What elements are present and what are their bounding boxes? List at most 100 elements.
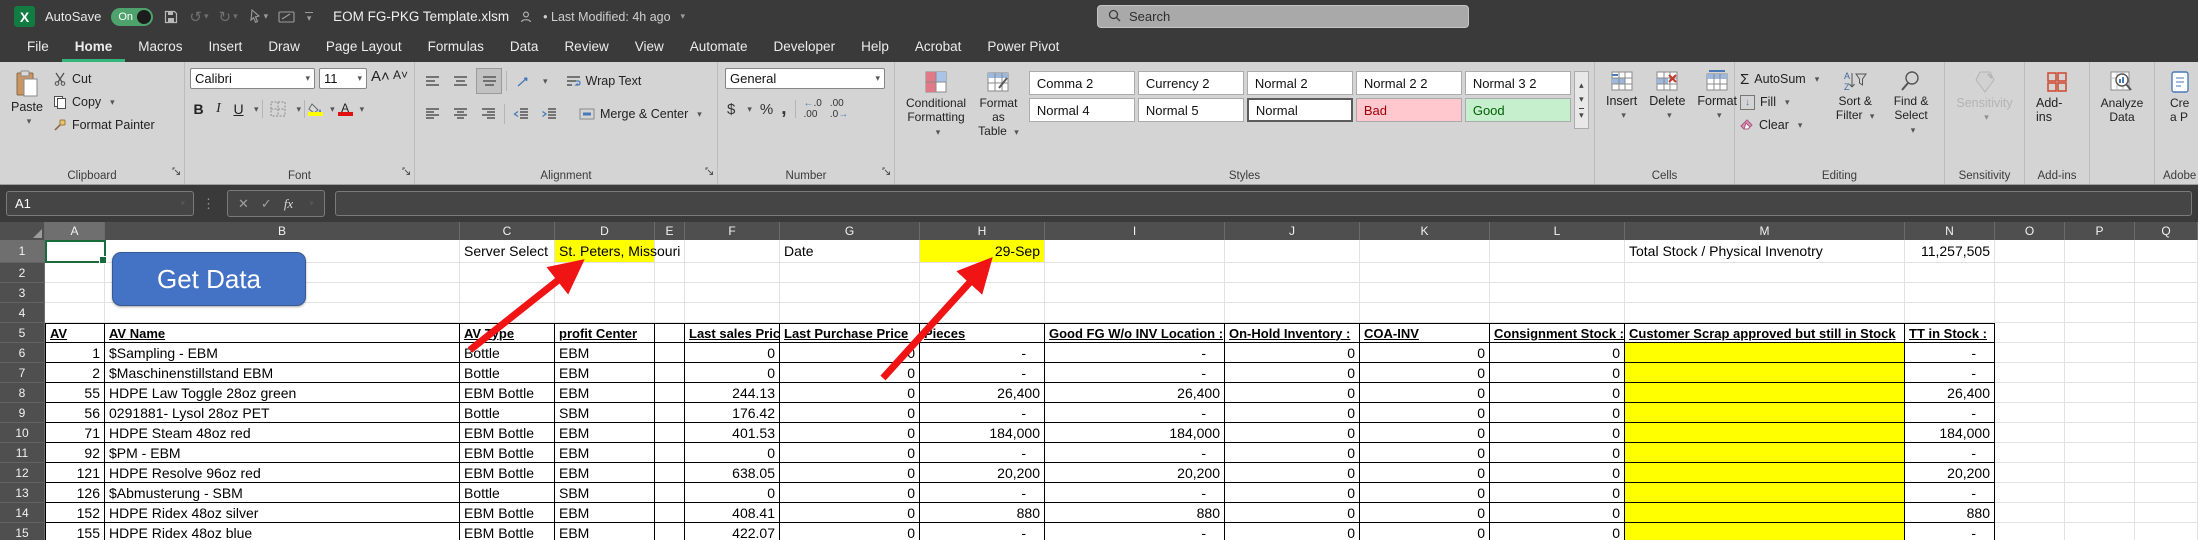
cell-N1[interactable]: 11,257,505 <box>1905 240 1995 263</box>
merge-center-button[interactable]: Merge & Center▾ <box>579 103 702 125</box>
style-chip-normal[interactable]: Normal <box>1247 98 1353 122</box>
wrap-text-button[interactable]: Wrap Text <box>566 70 642 92</box>
cell-P14[interactable] <box>2065 503 2135 523</box>
cell-M6[interactable] <box>1625 343 1905 363</box>
cell-K4[interactable] <box>1360 303 1490 323</box>
cell-M9[interactable] <box>1625 403 1905 423</box>
cell-L2[interactable] <box>1490 263 1625 283</box>
cell-I5[interactable]: Good FG W/o INV Location : <box>1045 323 1225 343</box>
style-chip-normal-2[interactable]: Normal 2 <box>1247 71 1353 95</box>
cell-J15[interactable]: 0 <box>1225 523 1360 540</box>
cell-A13[interactable]: 126 <box>45 483 105 503</box>
cell-I15[interactable]: - <box>1045 523 1225 540</box>
cell-Q10[interactable] <box>2135 423 2198 443</box>
cell-I3[interactable] <box>1045 283 1225 303</box>
cell-L15[interactable]: 0 <box>1490 523 1625 540</box>
cell-M10[interactable] <box>1625 423 1905 443</box>
cell-O4[interactable] <box>1995 303 2065 323</box>
tab-data[interactable]: Data <box>497 39 552 62</box>
comma-style-button[interactable]: , <box>781 98 786 120</box>
cell-J5[interactable]: On-Hold Inventory : <box>1225 323 1360 343</box>
title-chevron-icon[interactable]: ▾ <box>681 11 686 22</box>
align-middle-icon[interactable] <box>448 69 472 93</box>
cell-P8[interactable] <box>2065 383 2135 403</box>
cell-D10[interactable]: EBM <box>555 423 655 443</box>
col-header-G[interactable]: G <box>780 222 920 240</box>
cell-K15[interactable]: 0 <box>1360 523 1490 540</box>
cell-E10[interactable] <box>655 423 685 443</box>
cell-A11[interactable]: 92 <box>45 443 105 463</box>
col-header-N[interactable]: N <box>1905 222 1995 240</box>
delete-cells-button[interactable]: Delete▾ <box>1643 68 1691 123</box>
cell-H11[interactable]: - <box>920 443 1045 463</box>
col-header-A[interactable]: A <box>45 222 105 240</box>
cell-A14[interactable]: 152 <box>45 503 105 523</box>
name-box[interactable]: A1 ▾ <box>6 191 194 216</box>
cell-H7[interactable]: - <box>920 363 1045 383</box>
underline-button[interactable]: U <box>230 101 247 117</box>
cell-J1[interactable] <box>1225 240 1360 263</box>
cell-I11[interactable]: - <box>1045 443 1225 463</box>
row-header-6[interactable]: 6 <box>0 343 45 363</box>
cell-B14[interactable]: HDPE Ridex 48oz silver <box>105 503 460 523</box>
cell-P11[interactable] <box>2065 443 2135 463</box>
cell-D3[interactable] <box>555 283 655 303</box>
cell-O8[interactable] <box>1995 383 2065 403</box>
style-chip-currency-2[interactable]: Currency 2 <box>1138 71 1244 95</box>
cell-L14[interactable]: 0 <box>1490 503 1625 523</box>
cell-J13[interactable]: 0 <box>1225 483 1360 503</box>
undo-button[interactable]: ↺▾ <box>189 8 208 26</box>
cell-L1[interactable] <box>1490 240 1625 263</box>
insert-function-icon[interactable]: fx <box>284 196 293 212</box>
cell-C8[interactable]: EBM Bottle <box>460 383 555 403</box>
cell-E13[interactable] <box>655 483 685 503</box>
cell-Q6[interactable] <box>2135 343 2198 363</box>
cell-A7[interactable]: 2 <box>45 363 105 383</box>
cell-H3[interactable] <box>920 283 1045 303</box>
cell-O5[interactable] <box>1995 323 2065 343</box>
cell-Q8[interactable] <box>2135 383 2198 403</box>
cell-E11[interactable] <box>655 443 685 463</box>
cell-H5[interactable]: Pieces <box>920 323 1045 343</box>
style-chip-normal-5[interactable]: Normal 5 <box>1138 98 1244 122</box>
borders-dropdown[interactable]: ▾ <box>297 104 302 115</box>
cell-M14[interactable] <box>1625 503 1905 523</box>
number-format-select[interactable]: General▾ <box>725 68 885 89</box>
cell-G3[interactable] <box>780 283 920 303</box>
cell-F8[interactable]: 244.13 <box>685 383 780 403</box>
col-header-F[interactable]: F <box>685 222 780 240</box>
cell-G1[interactable]: Date <box>780 240 920 263</box>
cell-P5[interactable] <box>2065 323 2135 343</box>
row-header-14[interactable]: 14 <box>0 503 45 523</box>
cell-I9[interactable]: - <box>1045 403 1225 423</box>
col-header-B[interactable]: B <box>105 222 460 240</box>
cell-J6[interactable]: 0 <box>1225 343 1360 363</box>
bold-button[interactable]: B <box>190 101 207 117</box>
cell-L3[interactable] <box>1490 283 1625 303</box>
cell-C14[interactable]: EBM Bottle <box>460 503 555 523</box>
cell-B11[interactable]: $PM - EBM <box>105 443 460 463</box>
cell-J12[interactable]: 0 <box>1225 463 1360 483</box>
cell-I7[interactable]: - <box>1045 363 1225 383</box>
cell-E12[interactable] <box>655 463 685 483</box>
cell-P4[interactable] <box>2065 303 2135 323</box>
cell-G14[interactable]: 0 <box>780 503 920 523</box>
cell-L8[interactable]: 0 <box>1490 383 1625 403</box>
autosave-toggle[interactable]: On <box>111 8 153 26</box>
cell-N4[interactable] <box>1905 303 1995 323</box>
col-header-P[interactable]: P <box>2065 222 2135 240</box>
cell-D13[interactable]: SBM <box>555 483 655 503</box>
cell-B12[interactable]: HDPE Resolve 96oz red <box>105 463 460 483</box>
cell-E3[interactable] <box>655 283 685 303</box>
row-header-9[interactable]: 9 <box>0 403 45 423</box>
cell-H4[interactable] <box>920 303 1045 323</box>
cell-K3[interactable] <box>1360 283 1490 303</box>
col-header-Q[interactable]: Q <box>2135 222 2198 240</box>
row-header-10[interactable]: 10 <box>0 423 45 443</box>
grow-font-button[interactable]: A˄ <box>371 68 388 89</box>
cell-J9[interactable]: 0 <box>1225 403 1360 423</box>
fx-dropdown[interactable]: ▾ <box>309 198 314 209</box>
cell-Q12[interactable] <box>2135 463 2198 483</box>
cell-F12[interactable]: 638.05 <box>685 463 780 483</box>
underline-dropdown[interactable]: ▾ <box>254 104 259 115</box>
